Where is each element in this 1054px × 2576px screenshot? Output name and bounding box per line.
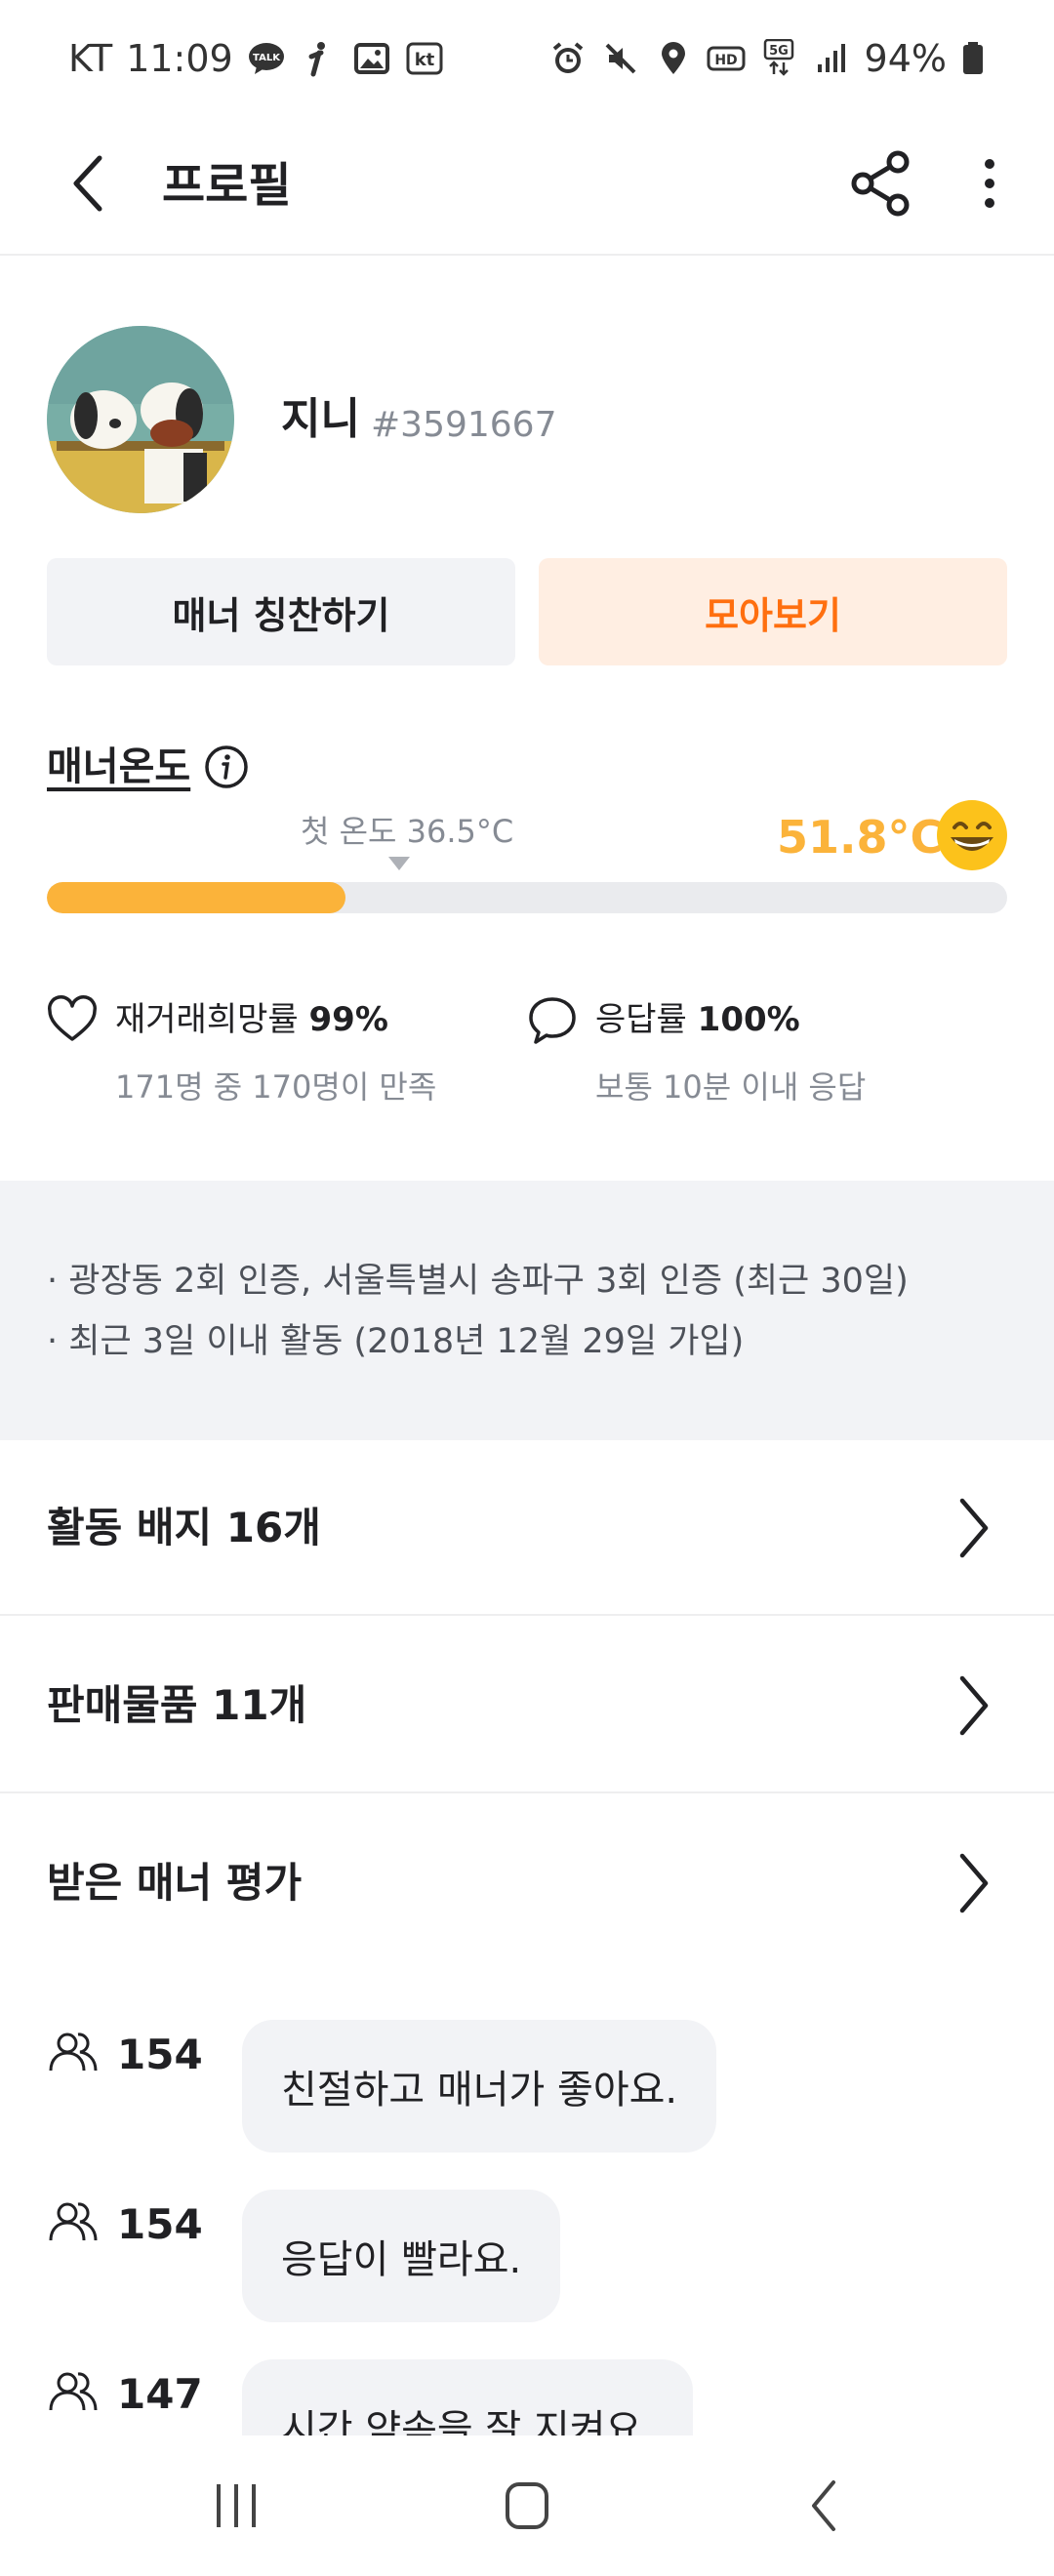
response-rate-label: 응답률	[595, 1000, 687, 1039]
activity-badges-row[interactable]: 활동 배지 16개	[0, 1440, 1054, 1616]
home-button[interactable]	[488, 2467, 566, 2545]
manner-temp-bar	[47, 882, 1007, 913]
system-back-button[interactable]	[787, 2467, 865, 2545]
current-temp: 51.8°C	[777, 811, 944, 864]
5g-icon: 5G	[759, 39, 798, 78]
hd-icon: HD	[707, 39, 746, 78]
rebuy-rate-value: 99%	[308, 1000, 388, 1039]
gallery-icon	[352, 39, 391, 78]
manner-reviews-label: 받은 매너 평가	[47, 1859, 303, 1907]
location-icon	[654, 39, 693, 78]
response-rate: 응답률 100%	[595, 995, 800, 1044]
chat-bubble-icon	[525, 993, 580, 1048]
praise-manner-button[interactable]: 매너 칭찬하기	[47, 558, 515, 665]
manner-reviews-row[interactable]: 받은 매너 평가	[0, 1795, 1054, 1971]
svg-text:5G: 5G	[769, 44, 789, 59]
response-rate-detail: 보통 10분 이내 응답	[595, 1068, 867, 1106]
smile-face-icon	[935, 798, 1009, 872]
review-bubble: 응답이 빨라요.	[242, 2190, 561, 2322]
manner-temp-title[interactable]: 매너온도	[47, 740, 190, 794]
more-vert-icon	[985, 159, 994, 208]
status-bar: KT 11:09 TALK kt HD 5G 94%	[0, 0, 1054, 117]
battery-icon	[960, 39, 986, 78]
app-bar: 프로필	[0, 117, 1054, 256]
signal-icon	[812, 39, 851, 78]
activity-badges-label: 활동 배지 16개	[47, 1504, 321, 1551]
info-i-icon	[300, 39, 339, 78]
svg-text:kt: kt	[414, 50, 434, 70]
mute-icon	[601, 39, 640, 78]
people-icon	[47, 2365, 101, 2420]
info-line: · 광장동 2회 인증, 서울특별시 송파구 3회 인증 (최근 30일)	[47, 1262, 909, 1301]
home-icon	[506, 2482, 548, 2529]
rebuy-rate-label: 재거래희망률	[115, 1000, 299, 1039]
heart-icon	[45, 993, 100, 1048]
battery-percent: 94%	[864, 37, 947, 80]
svg-text:HD: HD	[714, 53, 737, 68]
review-count: 154	[117, 2031, 203, 2078]
rebuy-rate-detail: 171명 중 170명이 만족	[115, 1068, 437, 1106]
people-icon	[47, 2026, 101, 2080]
back-button[interactable]	[55, 144, 133, 222]
chevron-right-icon	[943, 1848, 1001, 1918]
collection-button[interactable]: 모아보기	[539, 558, 1007, 665]
profile-image	[47, 326, 234, 513]
user-code: #3591667	[371, 405, 557, 445]
avatar[interactable]	[47, 326, 234, 513]
share-button[interactable]	[839, 142, 921, 224]
recent-apps-button[interactable]	[197, 2467, 275, 2545]
carrier-label: KT	[68, 37, 113, 80]
share-icon	[851, 150, 910, 217]
verification-info-box: · 광장동 2회 인증, 서울특별시 송파구 3회 인증 (최근 30일) · …	[0, 1181, 1054, 1440]
review-count: 154	[117, 2200, 203, 2248]
chevron-left-icon	[73, 155, 102, 212]
svg-text:TALK: TALK	[253, 53, 281, 63]
rebuy-rate: 재거래희망률 99%	[115, 995, 388, 1044]
talk-icon: TALK	[247, 39, 286, 78]
response-rate-value: 100%	[697, 1000, 800, 1039]
chevron-right-icon	[943, 1670, 1001, 1741]
more-options-button[interactable]	[962, 142, 1017, 224]
sales-items-row[interactable]: 판매물품 11개	[0, 1618, 1054, 1793]
kt-icon: kt	[405, 39, 444, 78]
info-line: · 최근 3일 이내 활동 (2018년 12월 29일 가입)	[47, 1322, 745, 1361]
alarm-icon	[548, 39, 588, 78]
nickname: 지니	[281, 394, 360, 444]
clock: 11:09	[126, 37, 233, 80]
back-nav-icon	[812, 2480, 835, 2531]
first-temp-marker	[388, 857, 410, 870]
sales-items-label: 판매물품 11개	[47, 1681, 307, 1729]
system-nav-bar	[0, 2435, 1054, 2576]
first-temp-label: 첫 온도 36.5°C	[301, 813, 514, 850]
page-title: 프로필	[162, 158, 292, 213]
people-icon	[47, 2195, 101, 2250]
info-icon[interactable]	[203, 744, 250, 790]
chevron-right-icon	[943, 1493, 1001, 1563]
review-bubble: 친절하고 매너가 좋아요.	[242, 2020, 717, 2153]
status-right: HD 5G 94%	[548, 31, 986, 86]
recent-apps-icon	[217, 2484, 256, 2527]
info-line-text: 최근 3일 이내 활동 (2018년 12월 29일 가입)	[68, 1322, 745, 1361]
manner-temp-fill	[47, 882, 345, 913]
review-count: 147	[117, 2370, 203, 2418]
status-left: KT 11:09 TALK kt	[68, 31, 444, 86]
info-line-text: 광장동 2회 인증, 서울특별시 송파구 3회 인증 (최근 30일)	[68, 1262, 909, 1301]
